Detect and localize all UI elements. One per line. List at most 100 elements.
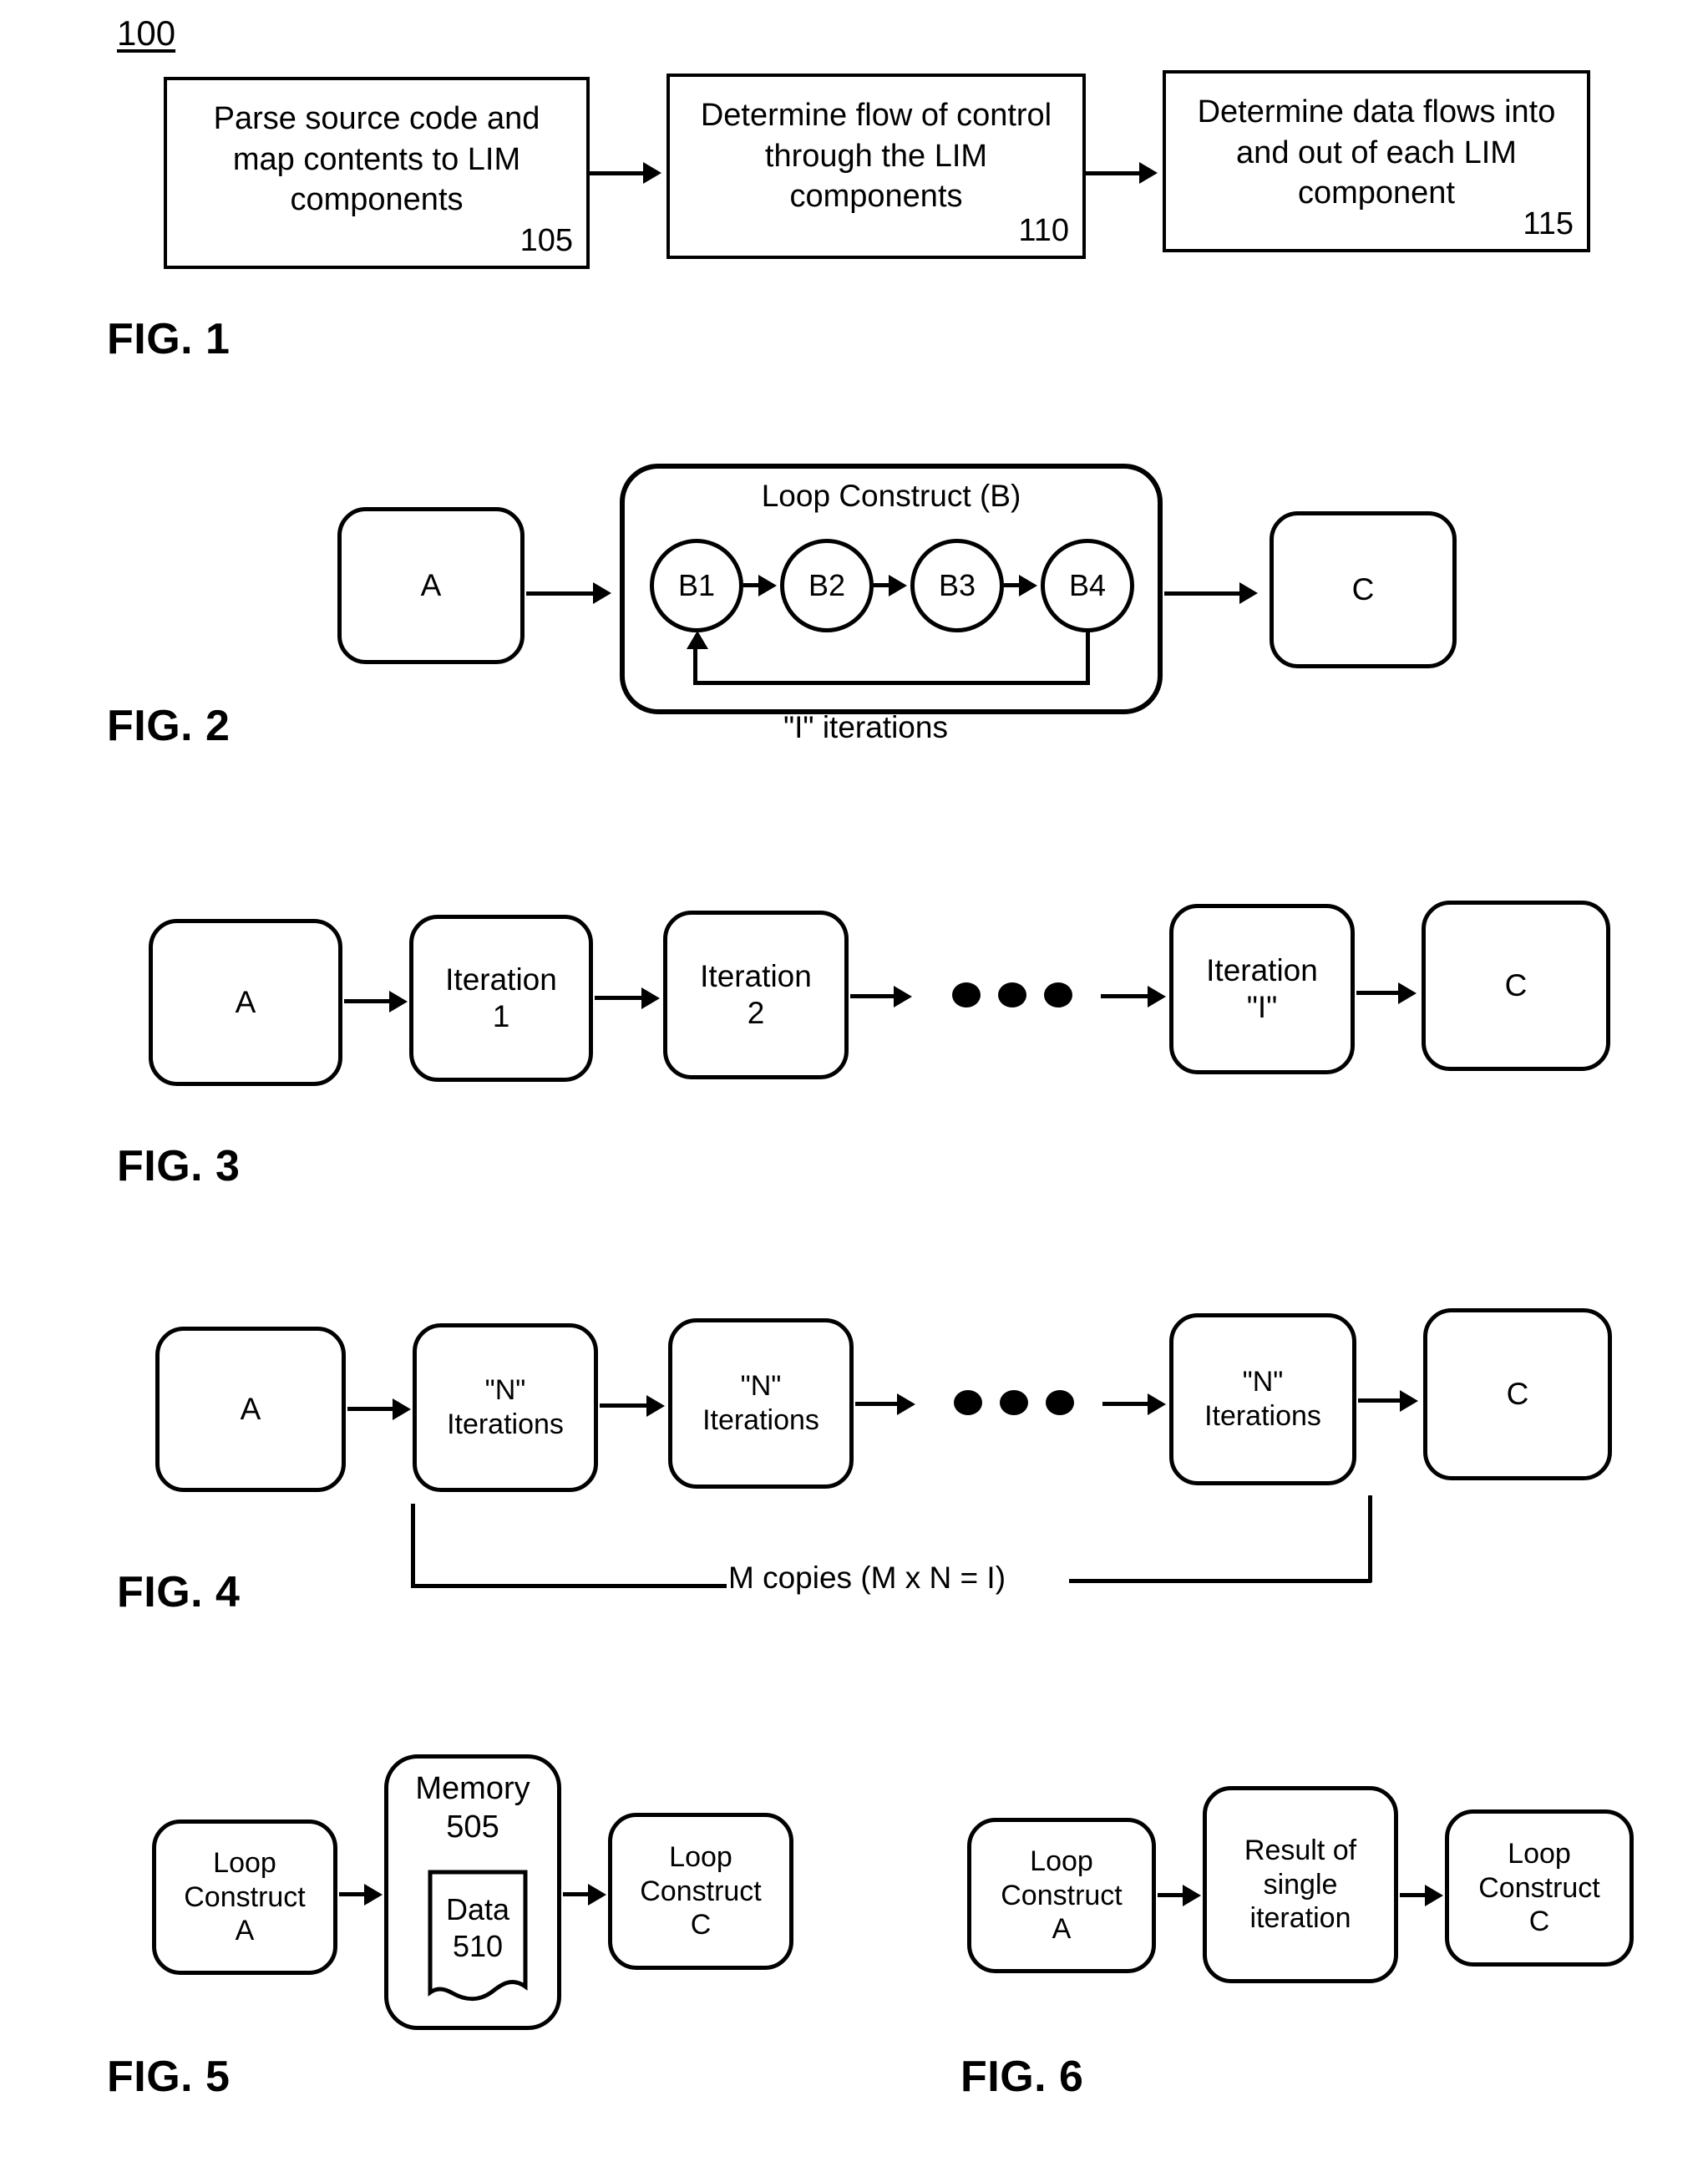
fig4-arrow-head-5 [1400,1390,1418,1412]
fig2-caption: FIG. 2 [107,702,231,750]
fig3-iteration-1-line1: Iteration [445,962,557,997]
fig6-loop-a-line1: Loop [1030,1845,1093,1877]
fig2-feedback-line-horizontal [693,681,1090,685]
fig3-arrow-line-4 [1101,994,1154,998]
fig4-node-c-label: C [1506,1376,1529,1411]
fig1-step-box-105: Parse source code and map contents to LI… [164,77,590,269]
fig4-iteration-box-2: "N" Iterations [668,1318,854,1489]
fig5-loop-construct-a: Loop Construct A [152,1819,337,1975]
fig3-iteration-box-1: Iteration 1 [409,915,593,1082]
fig2-node-b3: B3 [910,539,1004,632]
fig3-ellipsis-dot-3 [1044,982,1072,1007]
fig3-iteration-2-line1: Iteration [700,958,812,993]
fig2-node-b4-label: B4 [1068,568,1107,602]
patent-drawing-sheet: 100 Parse source code and map contents t… [0,0,1708,2157]
fig5-data-numeral: 510 [452,1928,504,1963]
fig4-iteration-box-1: "N" Iterations [413,1323,598,1492]
fig4-arrow-head-2 [646,1395,665,1417]
fig4-arrow-head-4 [1148,1393,1166,1415]
fig2-node-c: C [1270,511,1457,668]
fig4-arrow-head-3 [897,1393,915,1415]
fig6-loop-c-line1: Loop [1508,1837,1571,1870]
fig6-result-line1: Result of [1244,1834,1357,1866]
fig6-result-line3: iteration [1249,1902,1351,1935]
fig4-arrow-line-1 [347,1407,399,1411]
fig2-node-b1: B1 [650,539,743,632]
fig1-arrow-line-2 [1086,171,1144,175]
fig2-arrow-head-b1-b2 [758,575,777,596]
fig4-bracket-right-tick [1368,1495,1372,1582]
fig6-loop-construct-a: Loop Construct A [967,1818,1156,1973]
fig1-step-text-110: Determine flow of control through the LI… [700,98,1052,215]
fig6-arrow-head-1 [1183,1885,1201,1906]
fig4-ellipsis-dot-3 [1046,1390,1074,1415]
fig3-ellipsis-dot-2 [998,982,1026,1007]
fig2-arrow-head-b3-b4 [1019,575,1037,596]
fig3-iteration-box-2: Iteration 2 [663,911,849,1079]
fig4-bracket-label: M copies (M x N = I) [728,1561,1006,1595]
fig2-node-c-label: C [1351,571,1375,606]
fig5-loop-c-line2: Construct [640,1875,762,1907]
fig4-node-c: C [1423,1308,1612,1480]
fig3-arrow-head-1 [389,991,408,1013]
fig2-node-b2: B2 [780,539,874,632]
fig1-step-numeral-115: 115 [1523,206,1574,241]
fig5-data-document: Data 510 [428,1870,528,2005]
fig6-result-box: Result of single iteration [1203,1786,1398,1983]
fig4-iteration-m-line2: Iterations [1204,1400,1321,1432]
fig6-loop-c-line3: C [1528,1906,1550,1938]
fig6-result-line2: single [1263,1868,1338,1901]
fig3-node-c-label: C [1504,967,1528,1002]
fig4-bracket-line-left [411,1584,727,1588]
fig3-arrow-head-4 [1148,986,1166,1007]
fig1-step-text-105: Parse source code and map contents to LI… [213,101,540,218]
fig5-loop-construct-c: Loop Construct C [608,1813,793,1970]
fig6-caption: FIG. 6 [960,2053,1084,2101]
fig2-arrow-head-b2-b3 [889,575,907,596]
fig5-loop-a-line2: Construct [184,1880,306,1913]
fig3-arrow-head-3 [894,986,912,1007]
fig3-iteration-box-i: Iteration "I" [1169,904,1355,1074]
fig4-iteration-1-line1: "N" [484,1374,526,1407]
fig3-arrow-line-3 [850,994,900,998]
fig4-caption: FIG. 4 [117,1568,241,1616]
fig2-arrow-head-a [593,582,611,604]
fig6-loop-c-line2: Construct [1478,1871,1600,1904]
fig1-arrow-line-1 [590,171,648,175]
fig2-arrow-line-a [526,591,600,596]
fig4-ellipsis-dot-2 [1000,1390,1028,1415]
fig2-iterations-label: "I" iterations [783,710,948,744]
fig3-node-c: C [1422,901,1610,1071]
fig2-loop-title: Loop Construct (B) [761,479,1021,513]
fig3-ellipsis-dot-1 [952,982,981,1007]
fig6-arrow-head-2 [1425,1885,1443,1906]
fig4-node-a: A [155,1327,346,1492]
fig6-loop-a-line2: Construct [1001,1879,1123,1911]
fig3-arrow-line-1 [344,999,396,1003]
fig2-node-b4: B4 [1041,539,1134,632]
fig5-arrow-head-1 [364,1884,383,1906]
fig2-node-b2-label: B2 [808,568,846,602]
fig2-arrow-head-c [1239,582,1258,604]
fig2-node-a-label: A [420,567,442,602]
fig3-iteration-i-line2: "I" [1246,990,1278,1024]
fig5-loop-c-line3: C [690,1909,712,1941]
fig3-iteration-2-line2: 2 [747,996,765,1030]
fig4-ellipsis-dot-1 [954,1390,982,1415]
fig4-iteration-2-line2: Iterations [702,1404,819,1436]
fig3-arrow-line-2 [595,996,648,1000]
fig3-iteration-i-line1: Iteration [1206,952,1318,987]
fig5-loop-a-line3: A [235,1915,255,1947]
fig5-loop-a-line1: Loop [213,1846,276,1879]
fig1-step-numeral-105: 105 [519,223,573,258]
fig4-iteration-2-line1: "N" [740,1370,782,1403]
fig4-bracket-left-tick [411,1504,415,1587]
fig5-caption: FIG. 5 [107,2053,231,2101]
fig4-iteration-1-line2: Iterations [447,1408,564,1440]
fig2-feedback-line-up [693,647,697,685]
fig4-arrow-line-4 [1102,1402,1154,1406]
fig5-arrow-head-2 [588,1884,606,1906]
fig3-iteration-1-line2: 1 [492,999,510,1033]
fig4-arrow-line-2 [600,1403,653,1408]
fig1-step-text-115: Determine data flows into and out of eac… [1197,94,1556,211]
